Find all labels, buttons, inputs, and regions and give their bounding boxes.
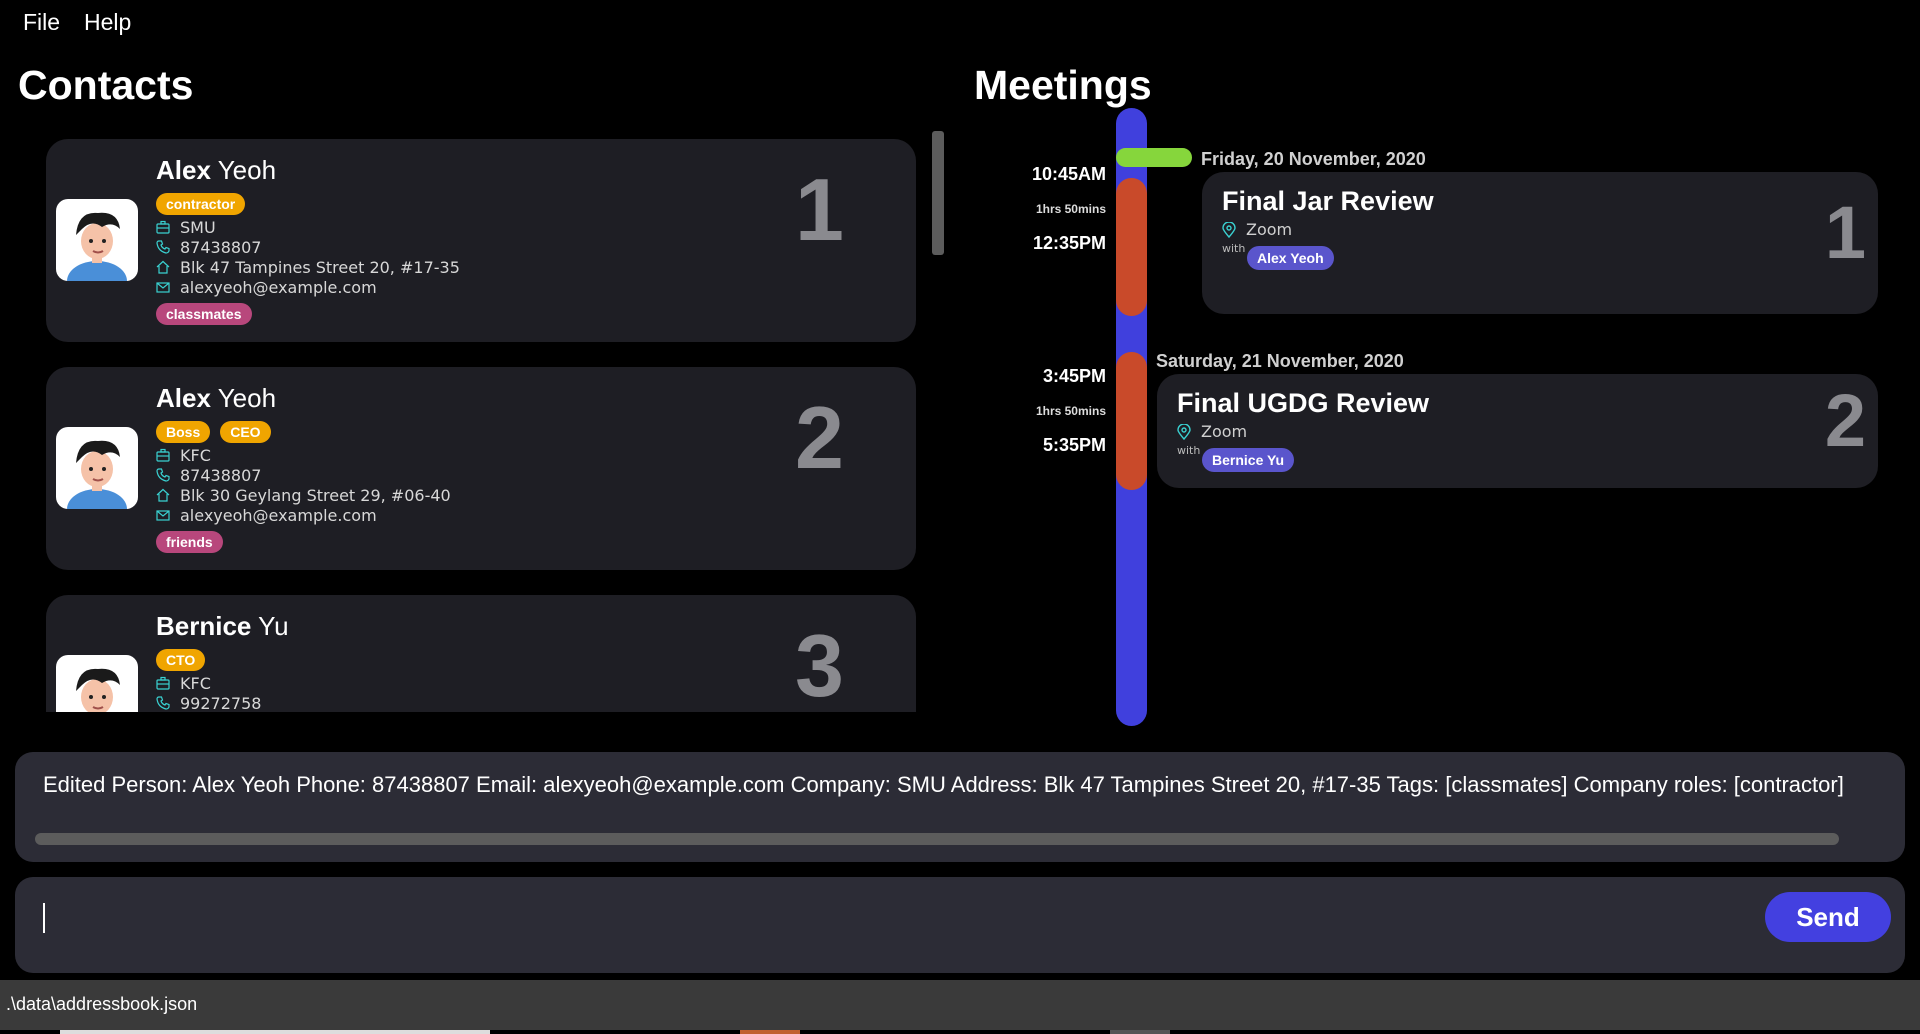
contact-card[interactable]: Bernice Yu 3 CTO KFC 99272758 <box>46 595 916 712</box>
contact-index: 2 <box>795 388 844 487</box>
avatar <box>56 427 138 509</box>
meeting-index: 2 <box>1824 379 1866 462</box>
meeting-card[interactable]: Final UGDG Review Zoom with Bernice Yu 2 <box>1157 374 1878 488</box>
meeting-index: 1 <box>1824 191 1866 274</box>
mail-icon <box>156 282 170 293</box>
role-tag: CTO <box>156 649 206 671</box>
company-row: KFC <box>156 445 211 465</box>
phone-row: 99272758 <box>156 693 261 712</box>
briefcase-icon <box>156 448 170 462</box>
address-row: Blk 47 Tampines Street 20, #17-35 <box>156 257 460 277</box>
phone-row: 87438807 <box>156 237 261 257</box>
save-location: .\data\addressbook.json <box>6 994 198 1014</box>
contact-name: Alex Yeoh <box>156 383 277 413</box>
company-row: KFC <box>156 673 211 693</box>
role-tag: contractor <box>156 193 246 215</box>
company-row: SMU <box>156 217 216 237</box>
contact-index: 1 <box>795 160 844 259</box>
meeting-duration: 1hrs 50mins <box>1035 404 1106 418</box>
taskbar-strip <box>60 1030 490 1034</box>
phone-row: 87438807 <box>156 465 261 485</box>
phone-icon <box>156 696 170 710</box>
contacts-list[interactable]: Alex Yeoh 1 contractor SMU 87438807 Blk … <box>40 125 930 712</box>
result-text: Edited Person: Alex Yeoh Phone: 87438807… <box>43 772 1844 797</box>
result-horizontal-scrollbar[interactable] <box>35 833 1839 845</box>
result-display: Edited Person: Alex Yeoh Phone: 87438807… <box>15 752 1905 862</box>
role-tags: Boss CEO <box>156 421 271 443</box>
meeting-start-time: 10:45AM <box>1031 164 1106 184</box>
home-icon <box>156 260 170 274</box>
meeting-block <box>1116 178 1147 316</box>
group-tags: friends <box>156 531 223 553</box>
meeting-card[interactable]: Final Jar Review Zoom with Alex Yeoh 1 <box>1202 172 1878 314</box>
meeting-date: Saturday, 21 November, 2020 <box>1156 351 1404 371</box>
send-button[interactable]: Send <box>1765 892 1891 942</box>
meeting-start-time: 3:45PM <box>1042 366 1106 386</box>
briefcase-icon <box>156 220 170 234</box>
role-tags: contractor <box>156 193 246 215</box>
meeting-location: Zoom <box>1177 422 1247 441</box>
menu-bar: File Help <box>0 0 1920 44</box>
address-row: Blk 30 Geylang Street 29, #06-40 <box>156 485 451 505</box>
participant-chip: Alex Yeoh <box>1247 246 1334 270</box>
meeting-end-time: 5:35PM <box>1042 435 1106 455</box>
group-tag: friends <box>156 531 223 553</box>
contacts-title: Contacts <box>18 62 194 108</box>
location-pin-icon <box>1222 221 1236 238</box>
email-row: alexyeoh@example.com <box>156 505 377 525</box>
with-label: with <box>1177 444 1201 457</box>
contact-name: Alex Yeoh <box>156 155 277 185</box>
taskbar-strip <box>740 1030 800 1034</box>
phone-icon <box>156 468 170 482</box>
home-icon <box>156 488 170 502</box>
meeting-title: Final UGDG Review <box>1177 388 1430 418</box>
current-time-marker <box>1116 148 1192 167</box>
email-row: alexyeoh@example.com <box>156 277 377 297</box>
role-tag: CEO <box>220 421 271 443</box>
role-tags: CTO <box>156 649 206 671</box>
taskbar-strip <box>1110 1030 1170 1034</box>
menu-file[interactable]: File <box>23 9 60 36</box>
contact-card[interactable]: Alex Yeoh 1 contractor SMU 87438807 Blk … <box>46 139 916 342</box>
avatar <box>56 655 138 712</box>
meetings-title: Meetings <box>974 62 1152 108</box>
role-tag: Boss <box>156 421 211 443</box>
meeting-location: Zoom <box>1222 220 1292 239</box>
briefcase-icon <box>156 676 170 690</box>
meeting-title: Final Jar Review <box>1222 186 1434 216</box>
command-box[interactable]: Send <box>15 877 1905 973</box>
meeting-end-time: 12:35PM <box>1032 233 1106 253</box>
group-tags: classmates <box>156 303 252 325</box>
avatar <box>56 199 138 281</box>
mail-icon <box>156 510 170 521</box>
meeting-block <box>1116 352 1147 490</box>
contact-name: Bernice Yu <box>156 611 289 641</box>
contact-index: 3 <box>795 616 844 712</box>
contact-card[interactable]: Alex Yeoh 2 Boss CEO KFC 87438807 Blk 30… <box>46 367 916 570</box>
command-input[interactable] <box>43 903 45 933</box>
with-label: with <box>1222 242 1246 255</box>
meeting-date: Friday, 20 November, 2020 <box>1201 149 1426 169</box>
status-bar: .\data\addressbook.json <box>0 980 1920 1030</box>
group-tag: classmates <box>156 303 252 325</box>
meeting-duration: 1hrs 50mins <box>1035 202 1106 216</box>
contacts-scrollbar[interactable] <box>932 131 944 255</box>
participant-chip: Bernice Yu <box>1202 448 1295 472</box>
menu-help[interactable]: Help <box>84 9 131 36</box>
location-pin-icon <box>1177 423 1191 440</box>
phone-icon <box>156 240 170 254</box>
